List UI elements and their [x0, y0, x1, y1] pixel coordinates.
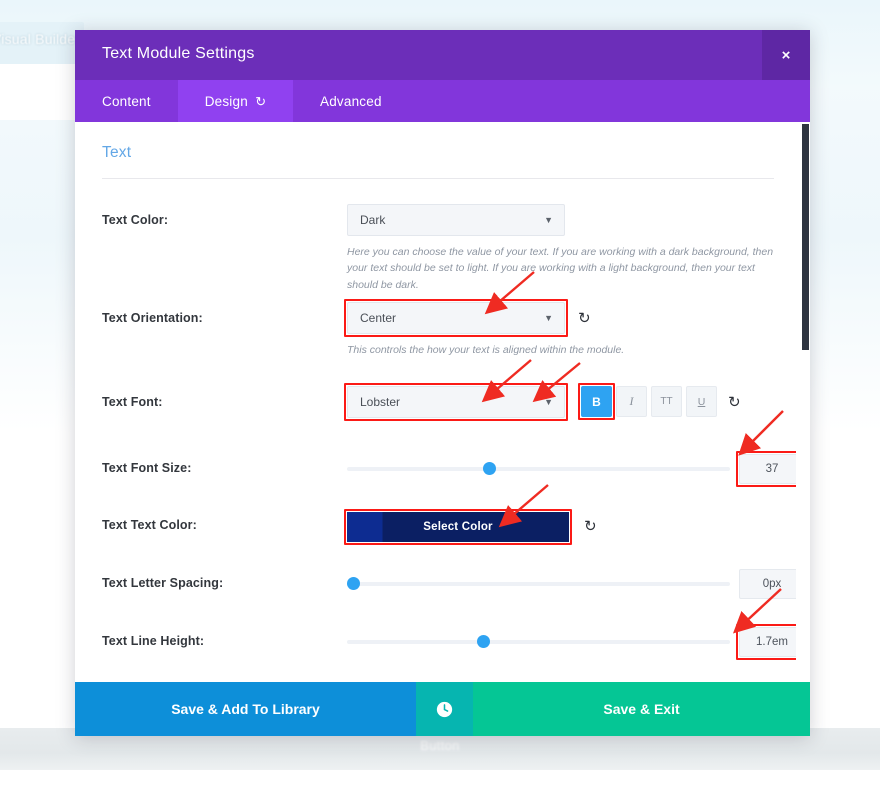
- description-text-color: Here you can choose the value of your te…: [347, 246, 774, 291]
- label-text-line-height: Text Line Height:: [102, 634, 205, 648]
- chevron-down-icon: ▼: [544, 396, 553, 407]
- tab-advanced[interactable]: Advanced: [293, 80, 409, 122]
- label-text-letter-spacing: Text Letter Spacing:: [102, 576, 224, 590]
- slider-text-font-size[interactable]: [347, 462, 730, 475]
- reset-icon[interactable]: ↺: [255, 94, 266, 109]
- select-text-color-value: Dark: [360, 213, 386, 227]
- background-button-label: Button: [420, 738, 460, 753]
- chevron-down-icon: ▼: [544, 214, 553, 225]
- italic-button[interactable]: I: [616, 386, 647, 417]
- slider-text-line-height[interactable]: [347, 635, 730, 648]
- color-swatch-text-text-color[interactable]: Select Color: [347, 512, 569, 542]
- tab-design-label: Design: [204, 93, 248, 109]
- slider-handle-text-letter-spacing[interactable]: [347, 577, 360, 590]
- select-text-color[interactable]: Dark ▼: [347, 204, 565, 236]
- select-text-orientation-value: Center: [360, 311, 397, 325]
- section-title: Text: [102, 144, 132, 161]
- reset-icon-text-font[interactable]: ↺: [728, 394, 741, 411]
- slider-handle-text-line-height[interactable]: [477, 635, 490, 648]
- label-text-text-color: Text Text Color:: [102, 518, 197, 532]
- tab-bar: Content Design ↺ Advanced: [75, 80, 810, 122]
- underline-button-label: U: [697, 395, 706, 408]
- history-icon[interactable]: [416, 682, 473, 736]
- label-text-color: Text Color:: [102, 213, 169, 227]
- color-swatch-label: Select Color: [423, 521, 493, 533]
- text-module-settings-modal: Text Module Settings × Content Design ↺ …: [75, 30, 810, 736]
- label-text-font: Text Font:: [102, 395, 163, 409]
- select-text-font[interactable]: Lobster ▼: [347, 386, 565, 418]
- tab-content[interactable]: Content: [75, 80, 178, 122]
- label-text-orientation: Text Orientation:: [102, 311, 203, 325]
- reset-icon-text-orientation[interactable]: ↺: [578, 310, 591, 327]
- section-divider: [102, 178, 774, 179]
- bold-button-label: B: [592, 394, 601, 409]
- select-text-orientation[interactable]: Center ▼: [347, 302, 565, 334]
- scrollbar[interactable]: [796, 122, 810, 682]
- select-text-font-value: Lobster: [360, 395, 401, 409]
- tab-advanced-label: Advanced: [320, 93, 382, 109]
- underline-button[interactable]: U: [686, 386, 717, 417]
- chevron-down-icon: ▼: [544, 312, 553, 323]
- slider-text-letter-spacing[interactable]: [347, 577, 730, 590]
- tab-design[interactable]: Design ↺: [177, 80, 294, 122]
- tab-content-label: Content: [102, 93, 151, 109]
- save-exit-button[interactable]: Save & Exit: [473, 682, 810, 736]
- save-add-to-library-button[interactable]: Save & Add To Library: [75, 682, 416, 736]
- uppercase-button[interactable]: TT: [651, 386, 682, 417]
- uppercase-button-label: TT: [660, 396, 673, 407]
- scrollbar-thumb[interactable]: [802, 124, 809, 350]
- bold-button[interactable]: B: [581, 386, 612, 417]
- description-text-orientation: This controls the how your text is align…: [347, 344, 625, 356]
- slider-handle-text-font-size[interactable]: [483, 462, 496, 475]
- modal-header: Text Module Settings ×: [75, 30, 810, 80]
- modal-footer: Save & Add To Library Save & Exit: [75, 682, 810, 736]
- visual-builder-label: Visual Builder: [0, 31, 81, 47]
- reset-icon-text-text-color[interactable]: ↺: [584, 518, 597, 535]
- label-text-font-size: Text Font Size:: [102, 461, 192, 475]
- modal-body: Text Text Color: Dark ▼ Here you can cho…: [75, 122, 810, 682]
- close-icon[interactable]: ×: [762, 30, 810, 80]
- page-title: Text Module Settings: [102, 45, 255, 62]
- italic-button-label: I: [629, 394, 634, 408]
